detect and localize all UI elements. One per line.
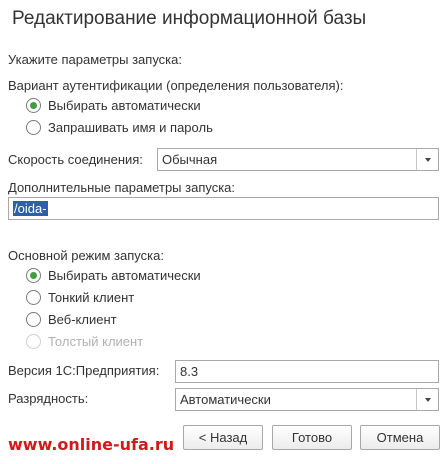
speed-select[interactable]: Обычная xyxy=(157,148,439,171)
bitness-value: Автоматически xyxy=(180,392,271,407)
version-label: Версия 1С:Предприятия: xyxy=(8,363,160,378)
intro-label: Укажите параметры запуска: xyxy=(8,52,182,67)
extra-label: Дополнительные параметры запуска: xyxy=(8,180,236,195)
auth-option-auto[interactable]: Выбирать автоматически xyxy=(26,98,201,113)
mode-option-thin[interactable]: Тонкий клиент xyxy=(26,290,134,305)
radio-disabled-icon xyxy=(26,334,41,349)
radio-icon[interactable] xyxy=(26,290,41,305)
extra-params-input[interactable]: /oida- xyxy=(8,197,439,220)
mode-label: Основной режим запуска: xyxy=(8,248,164,263)
bitness-label: Разрядность: xyxy=(8,391,89,406)
mode-option-auto[interactable]: Выбирать автоматически xyxy=(26,268,201,283)
radio-icon[interactable] xyxy=(26,120,41,135)
bitness-select[interactable]: Автоматически xyxy=(175,388,439,411)
mode-option-thick-label: Толстый клиент xyxy=(48,334,144,349)
chevron-down-icon[interactable] xyxy=(416,389,438,410)
auth-option-auto-label: Выбирать автоматически xyxy=(48,98,201,113)
mode-option-auto-label: Выбирать автоматически xyxy=(48,268,201,283)
chevron-down-icon[interactable] xyxy=(416,149,438,170)
mode-option-thick: Толстый клиент xyxy=(26,334,143,349)
radio-icon[interactable] xyxy=(26,312,41,327)
back-button[interactable]: < Назад xyxy=(183,425,263,450)
watermark-text: www.online-ufa.ru xyxy=(8,435,175,454)
done-button[interactable]: Готово xyxy=(272,425,352,450)
cancel-button[interactable]: Отмена xyxy=(360,425,440,450)
speed-label: Скорость соединения: xyxy=(8,152,143,167)
dialog-title: Редактирование информационной базы xyxy=(12,8,367,29)
extra-params-value: /oida- xyxy=(13,201,48,216)
auth-option-ask[interactable]: Запрашивать имя и пароль xyxy=(26,120,213,135)
auth-option-ask-label: Запрашивать имя и пароль xyxy=(48,120,213,135)
version-value: 8.3 xyxy=(180,364,199,379)
mode-option-web[interactable]: Веб-клиент xyxy=(26,312,117,327)
version-input[interactable]: 8.3 xyxy=(175,360,439,383)
mode-option-web-label: Веб-клиент xyxy=(48,312,117,327)
speed-value: Обычная xyxy=(162,152,218,167)
radio-checked-icon[interactable] xyxy=(26,268,41,283)
radio-checked-icon[interactable] xyxy=(26,98,41,113)
auth-label: Вариант аутентификации (определения поль… xyxy=(8,78,344,93)
mode-option-thin-label: Тонкий клиент xyxy=(48,290,135,305)
